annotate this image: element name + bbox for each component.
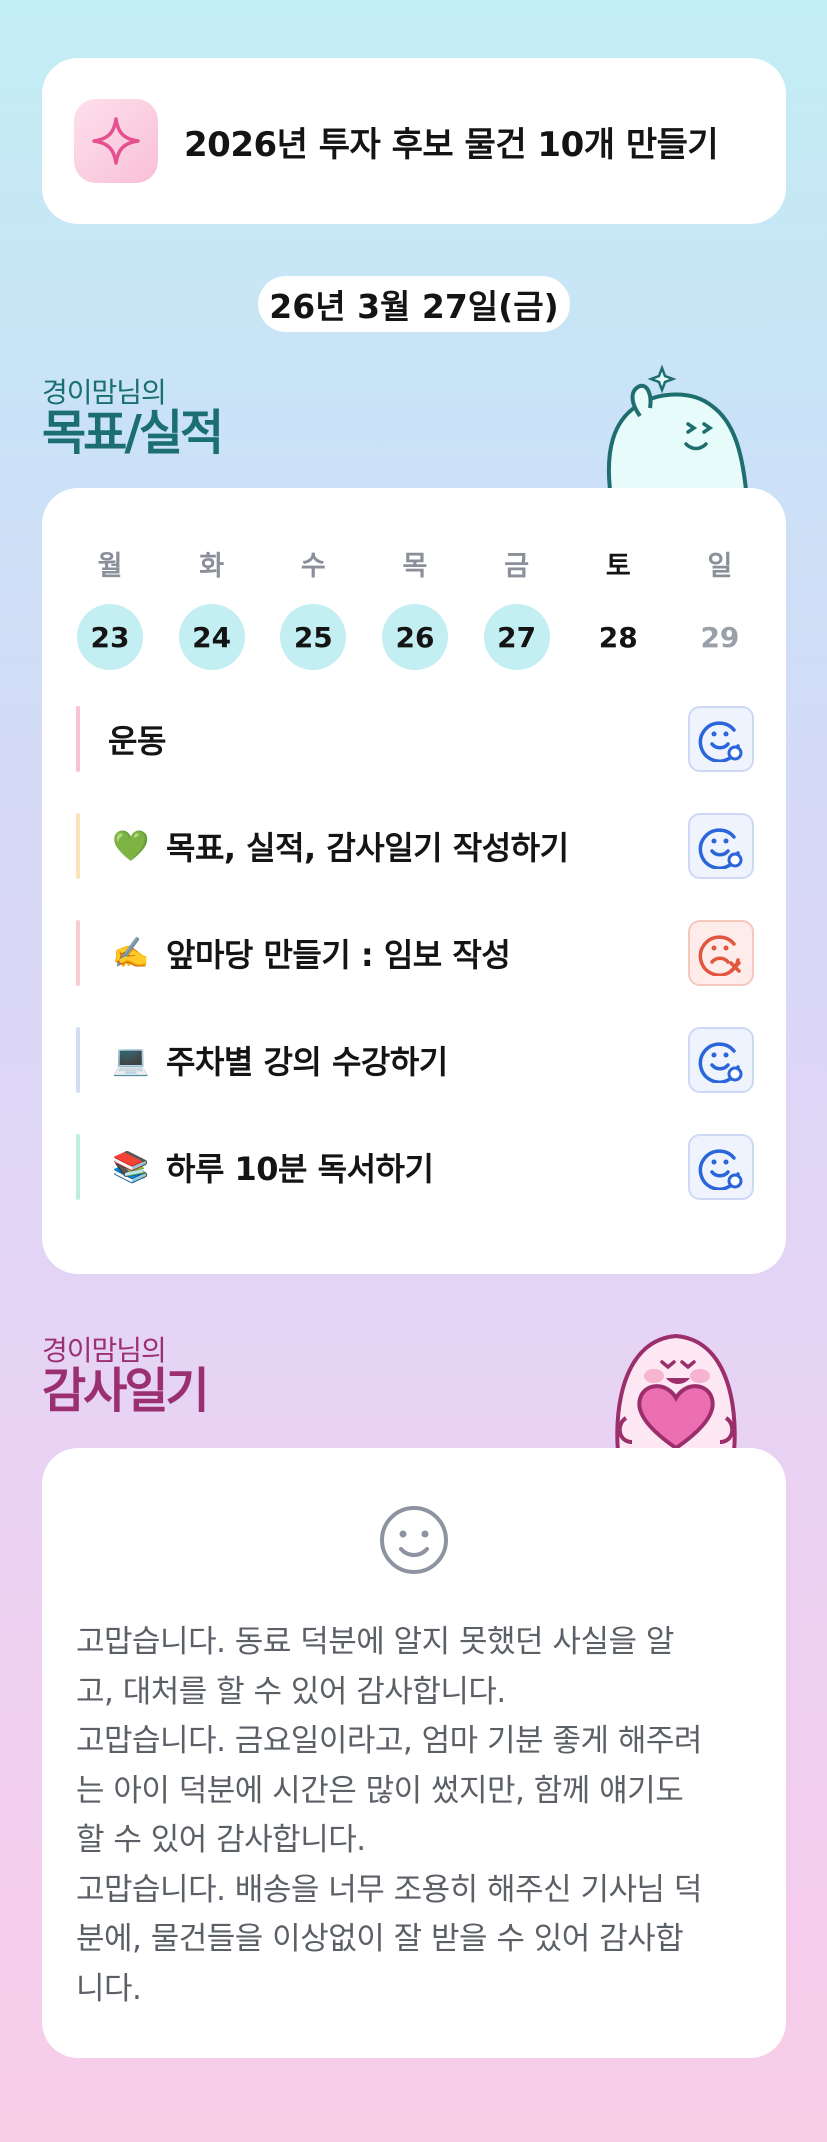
day-name: 월: [97, 551, 123, 582]
task-emoji-icon: 📚: [112, 1149, 150, 1185]
goals-section-owner: 경이맘님의: [42, 376, 167, 409]
task-emoji-icon: ✍️: [112, 935, 150, 971]
weekly-goals-card: 월 23 화 24 수 25 목 26 금 27 토 28 일 29 운동 💚 목표, 실적, 감사일기 작성…: [42, 488, 786, 1274]
heart-mascot-illustration: [615, 1333, 737, 1452]
date-pill[interactable]: 26년 3월 27일(금): [258, 276, 570, 332]
day-number[interactable]: 26: [381, 604, 448, 670]
day-name: 금: [504, 551, 530, 582]
sad-face-icon: [698, 935, 741, 976]
diary-line: 고맙습니다. 배송을 너무 조용히 해주신 기사님 덕: [76, 1871, 702, 1908]
day-name: 수: [300, 551, 326, 582]
task-row[interactable]: 💻 주차별 강의 수강하기: [76, 1027, 754, 1093]
day-column[interactable]: 월 23: [76, 544, 144, 670]
task-row[interactable]: 운동: [76, 706, 754, 772]
day-name: 일: [707, 551, 733, 582]
diary-section-heading: 감사일기: [42, 1363, 210, 1419]
day-name: 목: [402, 551, 428, 582]
smile-face-icon: [380, 1506, 448, 1574]
diary-line: 니다.: [76, 1970, 142, 2007]
task-color-bar: [76, 706, 80, 772]
smile-face-status-button[interactable]: [688, 706, 754, 772]
task-label: 목표, 실적, 감사일기 작성하기: [166, 829, 569, 867]
task-color-bar: [76, 1027, 80, 1093]
diary-line: 할 수 있어 감사합니다.: [76, 1822, 366, 1858]
day-column[interactable]: 목 26: [381, 544, 449, 670]
smile-face-status-button[interactable]: [688, 1027, 754, 1093]
goals-section-heading: 목표/실적: [42, 405, 224, 461]
day-column[interactable]: 토 28: [584, 544, 652, 670]
goal-title: 2026년 투자 후보 물건 10개 만들기: [184, 124, 719, 165]
task-emoji-icon: 💻: [112, 1042, 150, 1078]
day-number[interactable]: 28: [585, 604, 651, 670]
smile-face-icon: [698, 1149, 743, 1190]
smile-face-icon: [698, 828, 743, 869]
ghost-mascot-illustration: [606, 364, 749, 490]
day-number[interactable]: 29: [687, 604, 753, 670]
smile-face-status-button[interactable]: [688, 1134, 754, 1200]
day-name: 토: [605, 551, 631, 582]
task-row[interactable]: ✍️ 앞마당 만들기 : 임보 작성: [76, 920, 754, 986]
day-number[interactable]: 24: [178, 604, 245, 670]
diary-line: 고맙습니다. 동료 덕분에 알지 못했던 사실을 알: [76, 1624, 674, 1660]
goal-card[interactable]: 2026년 투자 후보 물건 10개 만들기: [42, 58, 786, 224]
diary-section-owner: 경이맘님의: [42, 1334, 167, 1367]
task-emoji-icon: 💚: [112, 828, 150, 864]
day-column[interactable]: 금 27: [483, 544, 551, 670]
task-label: 하루 10분 독서하기: [166, 1150, 434, 1188]
task-row[interactable]: 📚 하루 10분 독서하기: [76, 1134, 754, 1200]
day-name: 화: [199, 551, 225, 582]
task-color-bar: [76, 1134, 80, 1200]
goals-section-title: 경이맘님의 목표/실적: [42, 376, 224, 461]
diary-line: 고맙습니다. 금요일이라고, 엄마 기분 좋게 해주려: [76, 1723, 702, 1759]
diary-section-title: 경이맘님의 감사일기: [42, 1334, 210, 1419]
smile-face-icon: [698, 721, 743, 762]
day-column[interactable]: 화 24: [178, 544, 246, 670]
task-color-bar: [76, 813, 80, 879]
sad-face-status-button[interactable]: [688, 920, 754, 986]
day-number[interactable]: 25: [280, 604, 347, 670]
task-label: 운동: [108, 722, 166, 760]
week-calendar: 월 23 화 24 수 25 목 26 금 27 토 28 일 29: [76, 544, 754, 670]
task-label: 주차별 강의 수강하기: [166, 1043, 448, 1081]
day-number[interactable]: 27: [483, 604, 550, 670]
day-number[interactable]: 23: [77, 604, 143, 670]
gratitude-diary-card: 고맙습니다. 동료 덕분에 알지 못했던 사실을 알고, 대처를 할 수 있어 …: [42, 1448, 786, 2058]
diary-line: 분에, 물건들을 이상없이 잘 받을 수 있어 감사합: [76, 1921, 684, 1957]
diary-line: 고, 대처를 할 수 있어 감사합니다.: [76, 1673, 506, 1710]
day-column[interactable]: 수 25: [279, 544, 347, 670]
day-column[interactable]: 일 29: [686, 544, 754, 670]
smile-face-status-button[interactable]: [688, 813, 754, 879]
sparkle-icon: [74, 99, 158, 183]
task-color-bar: [76, 920, 80, 986]
smile-face-icon: [698, 1042, 743, 1083]
task-row[interactable]: 💚 목표, 실적, 감사일기 작성하기: [76, 813, 754, 879]
task-label: 앞마당 만들기 : 임보 작성: [166, 936, 511, 974]
diary-line: 는 아이 덕분에 시간은 많이 썼지만, 함께 얘기도: [76, 1772, 684, 1809]
gratitude-diary-text: 고맙습니다. 동료 덕분에 알지 못했던 사실을 알고, 대처를 할 수 있어 …: [76, 1618, 756, 2014]
